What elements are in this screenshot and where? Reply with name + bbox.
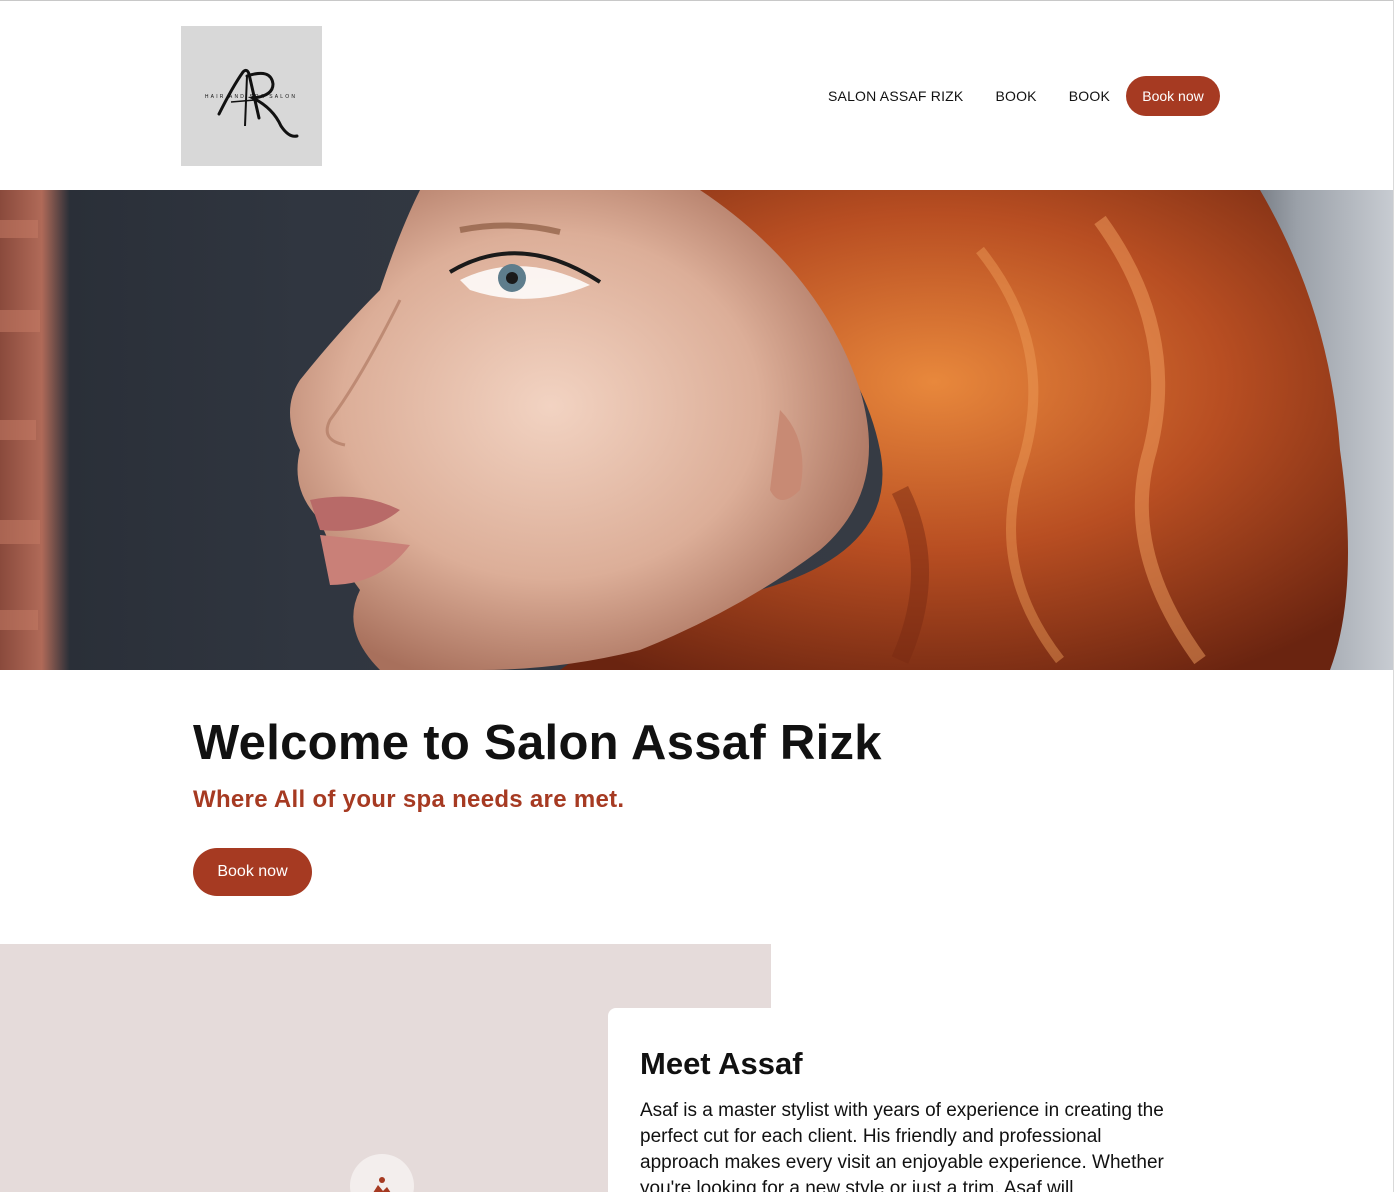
nav-book-now-button[interactable]: Book now [1126,76,1220,116]
page: HAIR AND SPA SALON SALON ASSAF RIZK BOOK… [0,0,1396,1192]
meet-card: Meet Assaf Asaf is a master stylist with… [608,1008,1394,1192]
logo-tagline: HAIR AND SPA SALON [205,94,297,100]
site-header: HAIR AND SPA SALON SALON ASSAF RIZK BOOK… [0,1,1394,190]
nav-link-book-2[interactable]: BOOK [1053,88,1126,104]
welcome-title: Welcome to Salon Assaf Rizk [193,716,882,770]
image-placeholder-icon [373,1177,391,1192]
meet-body-text: Asaf is a master stylist with years of e… [640,1100,1164,1192]
hero-image [0,190,1394,670]
image-placeholder [350,1154,414,1192]
logo[interactable]: HAIR AND SPA SALON [181,26,322,166]
logo-monogram-icon: HAIR AND SPA SALON [205,68,299,138]
nav-link-book[interactable]: BOOK [979,88,1052,104]
welcome-subtitle: Where All of your spa needs are met. [193,786,625,813]
right-border [1393,0,1394,1192]
book-now-button[interactable]: Book now [193,848,312,896]
main-nav: SALON ASSAF RIZK BOOK BOOK Book now [812,76,1220,116]
nav-link-salon[interactable]: SALON ASSAF RIZK [812,88,979,104]
portrait-photo [0,190,1394,670]
meet-title: Meet Assaf [640,1046,803,1081]
